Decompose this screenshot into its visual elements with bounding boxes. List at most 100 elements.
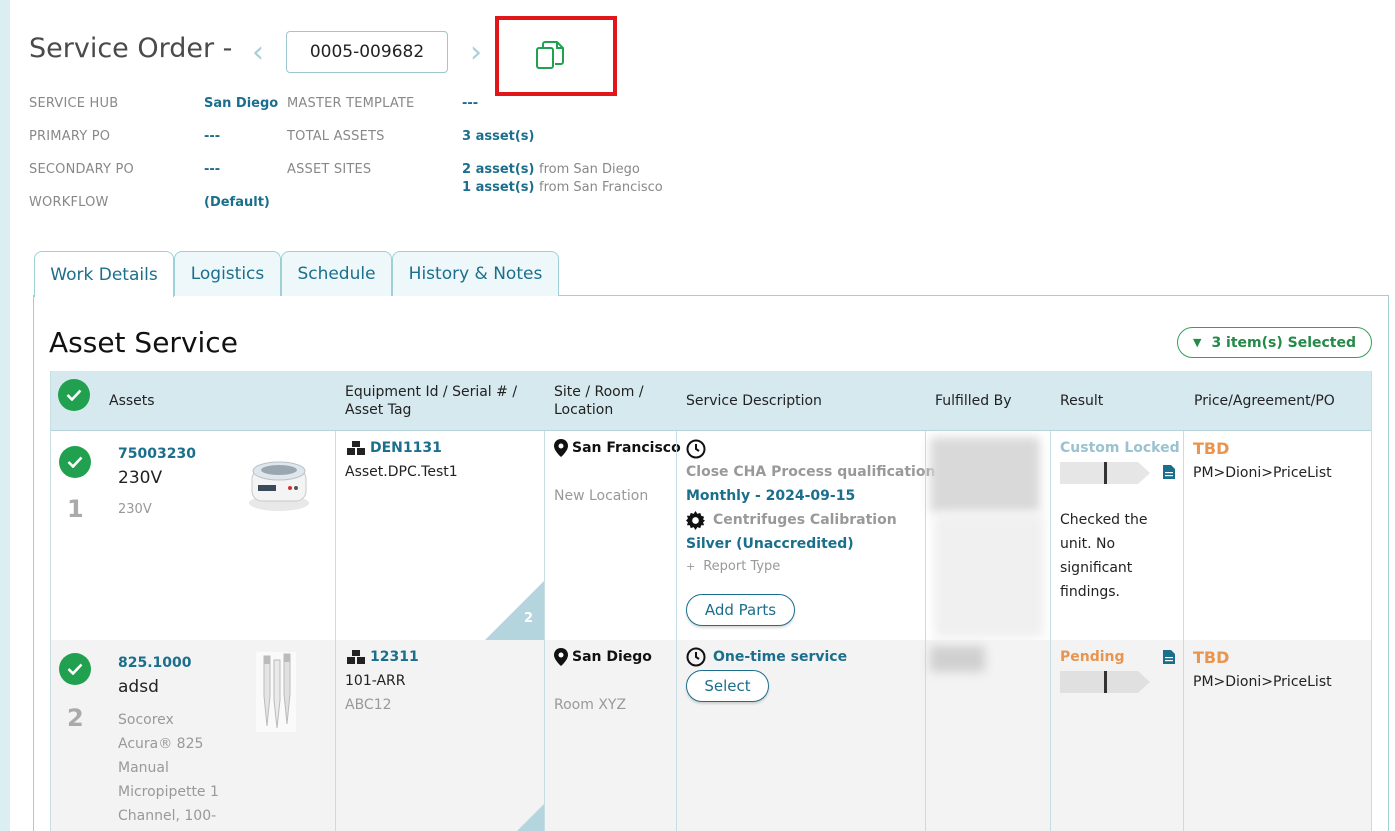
primary-po-value: --- [204,129,221,144]
result-note: Checked the unit. No significant finding… [1060,512,1148,600]
result-slider[interactable] [1060,671,1150,693]
asset-sites-label: ASSET SITES [287,162,372,177]
prev-order-button[interactable]: ‹ [246,36,270,70]
tab-work-details[interactable]: Work Details [34,251,174,297]
table-right-border [1371,371,1372,831]
copy-icon [536,41,564,69]
location-name: Room XYZ [554,697,627,713]
column-divider [676,431,677,640]
table-left-border [50,371,51,831]
asset-site-line: 1 asset(s) from San Francisco [462,180,663,195]
clock-icon [686,647,706,667]
add-parts-button[interactable]: Add Parts [686,594,795,626]
service-schedule-link[interactable]: Monthly - 2024-09-15 [686,488,855,504]
report-type-add[interactable]: + Report Type [686,559,780,574]
selected-items-label: 3 item(s) Selected [1211,334,1357,351]
service-name: Close CHA Process qualification [686,464,936,480]
secondary-po-label: SECONDARY PO [29,162,134,177]
check-icon [67,456,83,468]
column-divider [1183,640,1184,831]
check-icon [66,389,82,401]
centrifuge-image [249,461,309,511]
selected-items-dropdown[interactable]: ▼ 3 item(s) Selected [1177,327,1372,358]
column-divider [1050,640,1051,831]
row-number: 1 [67,495,84,523]
row-number: 2 [67,704,84,732]
serial-number: 101-ARR [345,673,406,689]
location-name: New Location [554,488,649,504]
copy-order-button[interactable] [530,36,572,74]
cubes-icon [347,441,365,455]
left-edge-strip [0,0,10,831]
column-divider [544,431,545,640]
select-all-checkbox[interactable] [58,379,90,411]
row-checkbox[interactable] [59,446,91,478]
column-header-equipment: Equipment Id / Serial # / Asset Tag [345,384,518,418]
master-template-value: --- [462,96,479,111]
column-header-service: Service Description [686,393,822,409]
agreement-value: PM>Dioni>PriceList [1193,465,1332,481]
serial-number: Asset.DPC.Test1 [345,464,458,480]
slider-knob[interactable] [1104,462,1107,484]
secondary-po-value: --- [204,162,221,177]
asset-id-link[interactable]: 75003230 [118,446,196,462]
section-title: Asset Service [49,326,238,359]
slider-tip [1138,671,1150,693]
order-number-field[interactable]: 0005-009682 [286,31,448,73]
workflow-label: WORKFLOW [29,195,109,210]
fulfilled-by-redacted [930,437,1040,513]
column-header-fulfilled: Fulfilled By [935,393,1012,409]
gear-icon [686,511,705,530]
document-icon[interactable] [1163,650,1175,664]
column-divider [1050,431,1051,640]
location-pin-icon [554,439,568,457]
pipette-image [256,652,296,732]
fulfilled-by-redacted [930,646,985,672]
agreement-value: PM>Dioni>PriceList [1193,674,1332,690]
price-value: TBD [1193,439,1230,458]
slider-tip [1138,462,1150,484]
column-divider [676,640,677,831]
column-divider [335,431,336,640]
column-divider [925,640,926,831]
asset-id-link[interactable]: 825.1000 [118,655,192,671]
column-header-assets: Assets [109,393,155,409]
asset-name: 230V [118,468,163,488]
column-header-site: Site / Room / Location [554,384,644,418]
equipment-id-link[interactable]: DEN1131 [370,440,442,456]
asset-site-line: 2 asset(s) from San Diego [462,162,640,177]
calibration-level-link[interactable]: Silver (Unaccredited) [686,536,854,552]
site-name: San Francisco [572,440,681,456]
tab-history-notes[interactable]: History & Notes [392,251,559,296]
slider-track [1060,462,1138,484]
asset-site-count[interactable]: 2 asset(s) [462,162,534,177]
workflow-value[interactable]: (Default) [204,195,270,210]
total-assets-value[interactable]: 3 asset(s) [462,129,534,144]
result-slider[interactable] [1060,462,1150,484]
service-hub-value: San Diego [204,96,279,111]
slider-track [1060,671,1138,693]
column-divider [1183,431,1184,640]
column-header-result: Result [1060,393,1104,409]
asset-name: adsd [118,677,159,697]
slider-knob[interactable] [1104,671,1107,693]
asset-site-from: from San Francisco [539,180,663,195]
service-name-link[interactable]: One-time service [713,649,847,665]
row-checkbox[interactable] [59,653,91,685]
asset-site-count[interactable]: 1 asset(s) [462,180,534,195]
document-icon[interactable] [1163,465,1175,479]
plus-icon: + [686,560,696,573]
table-row: 1 75003230 230V 230V DEN1131 Asset.DPC.T… [50,431,1372,640]
equipment-id-link[interactable]: 12311 [370,649,419,665]
corner-badge-count: 2 [524,611,534,626]
report-type-label: Report Type [703,559,781,574]
tab-logistics[interactable]: Logistics [174,251,281,296]
table-header: Assets Equipment Id / Serial # / Asset T… [50,371,1372,431]
asset-description: Socorex Acura® 825 Manual Micropipette 1… [118,712,219,824]
next-order-button[interactable]: › [464,36,488,70]
cubes-icon [347,650,365,664]
select-service-button[interactable]: Select [686,670,769,702]
tab-schedule[interactable]: Schedule [281,251,392,296]
caret-down-icon: ▼ [1192,336,1202,349]
asset-site-from: from San Diego [539,162,640,177]
